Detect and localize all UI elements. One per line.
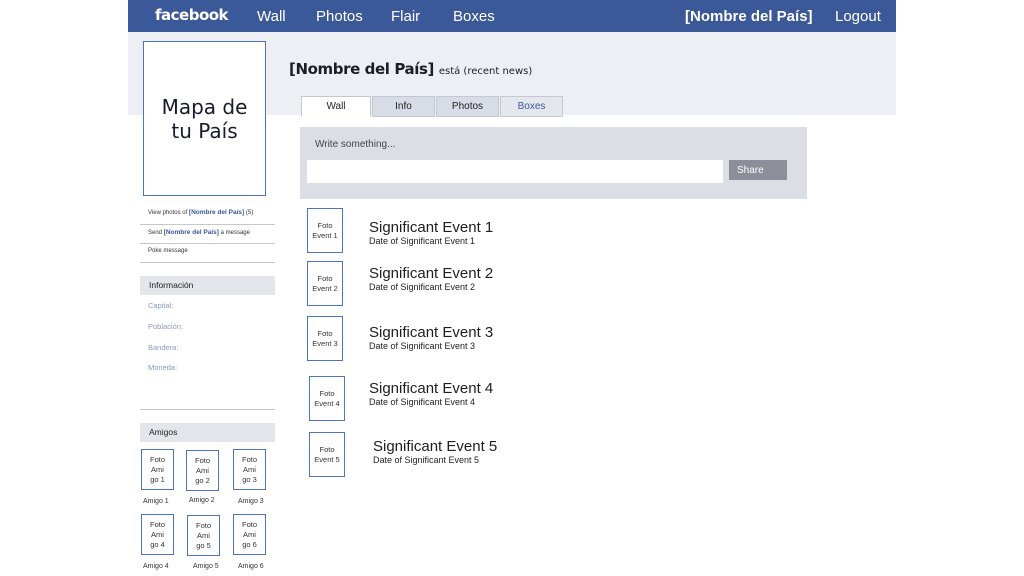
friend-name[interactable]: Amigo 1 [143, 498, 169, 505]
event-date: Date of Significant Event 4 [369, 397, 476, 407]
view-photos-country: [Nombre del País] [188, 209, 245, 216]
event-title[interactable]: Significant Event 5 [373, 438, 497, 455]
divider [140, 262, 275, 263]
nav-wall-link[interactable]: Wall [257, 8, 286, 25]
event-photo[interactable]: Foto Event 4 [309, 376, 345, 421]
page-title: [Nombre del País] está (recent news) [289, 60, 532, 78]
event-title[interactable]: Significant Event 1 [369, 219, 493, 236]
profile-page: facebook Wall Photos Flair Boxes [Nombre… [0, 0, 1024, 576]
event-title[interactable]: Significant Event 4 [369, 380, 493, 397]
logout-link[interactable]: Logout [835, 8, 881, 25]
friend-photo[interactable]: Foto Ami go 1 [141, 449, 174, 490]
friend-name[interactable]: Amigo 2 [189, 497, 215, 504]
page-title-country: [Nombre del País] [289, 60, 434, 78]
event-photo[interactable]: Foto Event 1 [307, 208, 343, 253]
nav-flair-link[interactable]: Flair [391, 8, 420, 25]
friend-photo[interactable]: Foto Ami go 6 [233, 514, 266, 555]
friend-name[interactable]: Amigo 3 [238, 498, 264, 505]
friend-photo[interactable]: Foto Ami go 5 [187, 515, 220, 556]
friends-section-heading: Amigos [140, 423, 275, 442]
send-country: [Nombre del País] [163, 229, 219, 236]
view-photos-count: (5) [245, 210, 254, 216]
event-title[interactable]: Significant Event 2 [369, 265, 493, 282]
share-button[interactable]: Share [729, 160, 787, 180]
page-title-status: está (recent news) [438, 66, 533, 77]
event-photo[interactable]: Foto Event 3 [307, 316, 343, 361]
friend-photo[interactable]: Foto Ami go 4 [141, 514, 174, 555]
profile-picture[interactable]: Mapa de tu País [143, 41, 266, 196]
poke-message-link[interactable]: Poke message [148, 248, 188, 254]
divider [140, 243, 275, 244]
info-population-label: Población: [148, 322, 184, 331]
friend-name[interactable]: Amigo 5 [193, 563, 219, 570]
view-photos-prefix: View photos of [148, 210, 188, 216]
facebook-logo[interactable]: facebook [155, 6, 229, 24]
send-prefix: Send [148, 230, 163, 236]
tab-info[interactable]: Info [372, 96, 435, 117]
event-date: Date of Significant Event 3 [369, 341, 476, 351]
wall-post-input[interactable] [307, 160, 723, 183]
event-date: Date of Significant Event 2 [369, 282, 476, 292]
nav-photos-link[interactable]: Photos [316, 8, 363, 25]
friend-photo[interactable]: Foto Ami go 3 [233, 449, 266, 490]
info-flag-label: Bandera: [148, 343, 179, 352]
friend-name[interactable]: Amigo 6 [238, 563, 264, 570]
nav-boxes-link[interactable]: Boxes [453, 8, 495, 25]
tab-boxes[interactable]: Boxes [500, 96, 563, 117]
friend-photo[interactable]: Foto Ami go 2 [186, 450, 219, 491]
info-section-heading: Información [140, 276, 275, 295]
divider [140, 409, 275, 410]
send-suffix: a message [220, 230, 250, 236]
nav-country-profile-link[interactable]: [Nombre del País] [685, 8, 813, 25]
send-message-link[interactable]: Send [Nombre del País] a message [148, 229, 250, 236]
view-photos-link[interactable]: View photos of [Nombre del País] (5) [148, 209, 253, 216]
info-currency-label: Moneda: [148, 363, 178, 372]
event-title[interactable]: Significant Event 3 [369, 324, 493, 341]
divider [140, 224, 275, 225]
tab-wall[interactable]: Wall [301, 96, 371, 117]
composer-prompt: Write something... [315, 139, 396, 150]
tab-photos[interactable]: Photos [436, 96, 499, 117]
friend-name[interactable]: Amigo 4 [143, 563, 169, 570]
event-date: Date of Significant Event 1 [369, 236, 476, 246]
info-capital-label: Capital: [148, 301, 174, 310]
event-date: Date of Significant Event 5 [373, 455, 480, 465]
event-photo[interactable]: Foto Event 2 [307, 261, 343, 306]
event-photo[interactable]: Foto Event 5 [309, 432, 345, 477]
